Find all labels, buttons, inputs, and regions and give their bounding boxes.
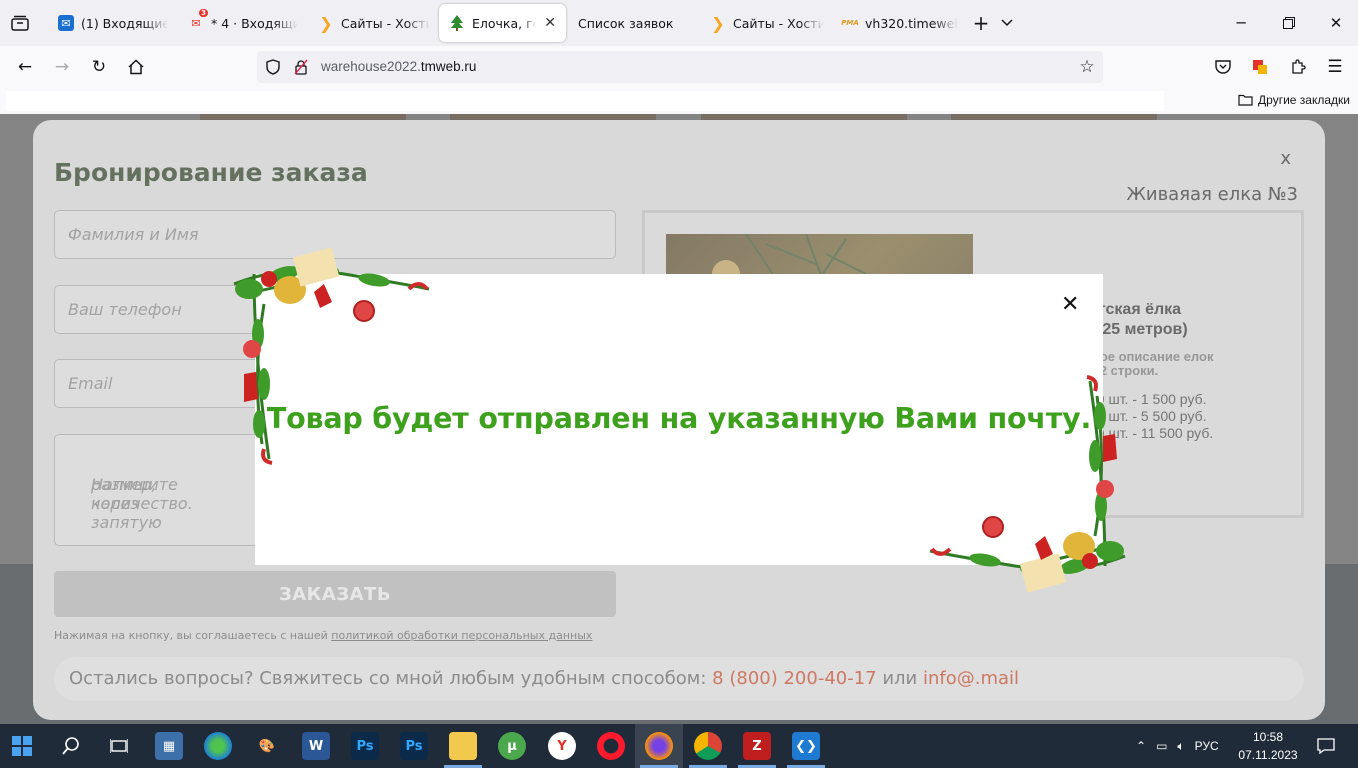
folder-icon — [1238, 94, 1253, 106]
phpmyadmin-icon: РМА — [841, 19, 859, 27]
language-indicator[interactable]: РУС — [1195, 739, 1219, 753]
tracking-shield-icon[interactable] — [259, 53, 287, 81]
bookmarks-bar: Другие закладки — [0, 88, 1358, 114]
tree-icon — [449, 15, 465, 31]
tray-chevron-up-icon[interactable]: ⌃ — [1136, 739, 1146, 753]
edge-icon[interactable] — [204, 732, 232, 760]
taskbar: ▦ 🎨 W Ps Ps µ Y Z ❮❯ ⌃ ▭ 🔈︎ РУС 10:58 07… — [0, 724, 1358, 768]
close-window-button[interactable]: ✕ — [1321, 8, 1351, 38]
filezilla-icon[interactable]: Z — [743, 732, 771, 760]
other-bookmarks[interactable]: Другие закладки — [1238, 93, 1350, 107]
photoshop-icon[interactable]: Ps — [351, 732, 379, 760]
tab-elochka[interactable]: Елочка, горі ✕ — [439, 4, 566, 42]
system-tray: ⌃ ▭ 🔈︎ РУС — [1136, 724, 1219, 768]
tab-overflow-chevron-icon[interactable] — [992, 8, 1022, 38]
url-text[interactable]: warehouse2022.tmweb.ru — [321, 59, 476, 74]
tab-timeweb-sites[interactable]: ❯ Сайты - Хостин — [308, 4, 430, 42]
opera-icon[interactable] — [597, 732, 625, 760]
home-icon[interactable] — [122, 53, 150, 81]
close-tab-icon[interactable]: ✕ — [544, 15, 556, 31]
tab-phpmyadmin[interactable]: РМА vh320.timeweb.r — [832, 4, 958, 42]
vscode-icon[interactable]: ❮❯ — [792, 732, 820, 760]
explorer-icon[interactable] — [449, 732, 477, 760]
modal-close-icon[interactable]: ✕ — [1061, 294, 1079, 316]
paint-icon[interactable]: 🎨 — [253, 732, 281, 760]
tab-timeweb-sites-2[interactable]: ❯ Сайты - Хостин — [700, 4, 824, 42]
yandex-mail-icon: ✉ 3 — [191, 9, 208, 30]
start-icon[interactable] — [8, 732, 36, 760]
extension-icon[interactable] — [1246, 53, 1274, 81]
christmas-garland-bottom-right-icon — [929, 375, 1126, 593]
url-bar[interactable]: warehouse2022.tmweb.ru ☆ — [257, 51, 1103, 83]
tab-yandex-mail[interactable]: ✉3 * 4 · Входящие - — [178, 4, 298, 42]
clock[interactable]: 10:58 07.11.2023 — [1238, 728, 1298, 764]
tab-mail[interactable]: ✉ (1) Входящие - — [48, 4, 168, 42]
search-icon[interactable] — [57, 732, 85, 760]
forward-icon[interactable]: → — [48, 53, 76, 81]
menu-icon[interactable]: ☰ — [1321, 53, 1349, 81]
maximize-button[interactable] — [1274, 8, 1304, 38]
pocket-icon[interactable] — [1209, 53, 1237, 81]
task-view-icon[interactable] — [105, 732, 133, 760]
chrome-icon[interactable] — [694, 732, 722, 760]
bookmark-star-icon[interactable]: ☆ — [1073, 53, 1101, 81]
mail-icon: ✉ — [58, 15, 74, 31]
calculator-icon[interactable]: ▦ — [155, 732, 183, 760]
utorrent-icon[interactable]: µ — [498, 732, 526, 760]
back-icon[interactable]: ← — [11, 53, 39, 81]
insecure-lock-icon[interactable] — [287, 53, 315, 81]
yandex-icon[interactable]: Y — [548, 732, 576, 760]
tab-list-icon[interactable] — [6, 9, 34, 37]
timeweb-icon: ❯ — [319, 13, 333, 33]
minimize-button[interactable]: ─ — [1226, 8, 1256, 38]
volume-icon[interactable]: 🔈︎ — [1177, 739, 1184, 754]
firefox-icon[interactable] — [645, 732, 673, 760]
notifications-icon[interactable] — [1312, 732, 1340, 760]
tab-bar: ✉ (1) Входящие - ✉3 * 4 · Входящие - ❯ С… — [0, 0, 1358, 46]
photoshop-icon[interactable]: Ps — [400, 732, 428, 760]
christmas-garland-top-left-icon — [233, 247, 430, 465]
reload-icon[interactable]: ↻ — [85, 53, 113, 81]
navigation-toolbar: ← → ↻ warehouse2022.tmweb.ru ☆ ☰ — [0, 46, 1358, 88]
word-icon[interactable]: W — [302, 732, 330, 760]
timeweb-icon: ❯ — [711, 13, 725, 33]
extensions-puzzle-icon[interactable] — [1284, 53, 1312, 81]
tab-requests-list[interactable]: Список заявок — [568, 4, 690, 42]
mail-badge: 3 — [199, 9, 208, 17]
network-icon[interactable]: ▭ — [1156, 739, 1167, 753]
